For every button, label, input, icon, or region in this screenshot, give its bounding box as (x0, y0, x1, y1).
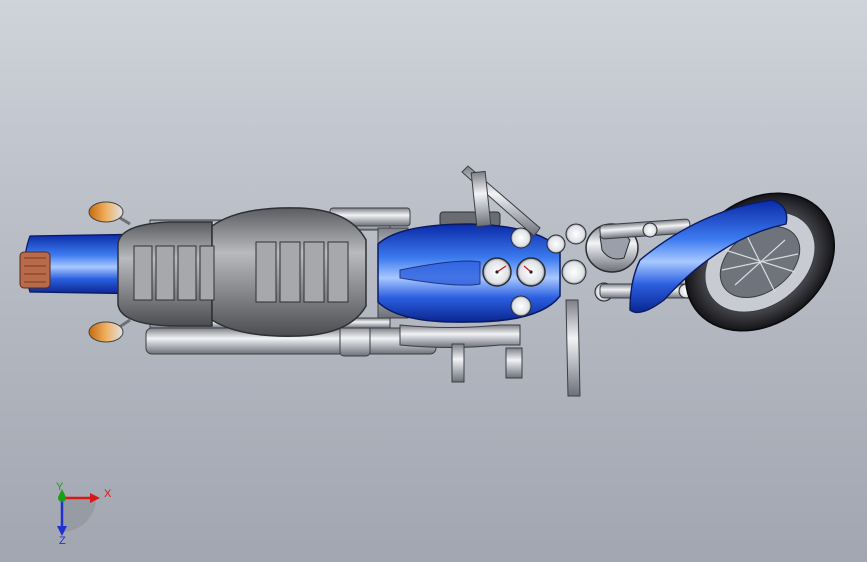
graphics-viewport[interactable]: X Y Z (0, 0, 867, 562)
seat (117, 207, 367, 337)
rear-turn-signal-right (88, 318, 131, 343)
rear-turn-signal-left (88, 201, 131, 226)
view-orientation-triad[interactable]: X Y Z (44, 476, 124, 546)
x-axis-label: X (104, 488, 112, 500)
z-axis-label: Z (59, 535, 66, 546)
handlebar-right (565, 299, 581, 397)
y-axis-label: Y (56, 481, 64, 493)
speedometer (482, 257, 512, 287)
triad-plane (62, 498, 96, 532)
seat-pleats-rear (133, 245, 215, 301)
motorcycle-model[interactable] (0, 0, 867, 562)
tachometer (516, 257, 546, 287)
